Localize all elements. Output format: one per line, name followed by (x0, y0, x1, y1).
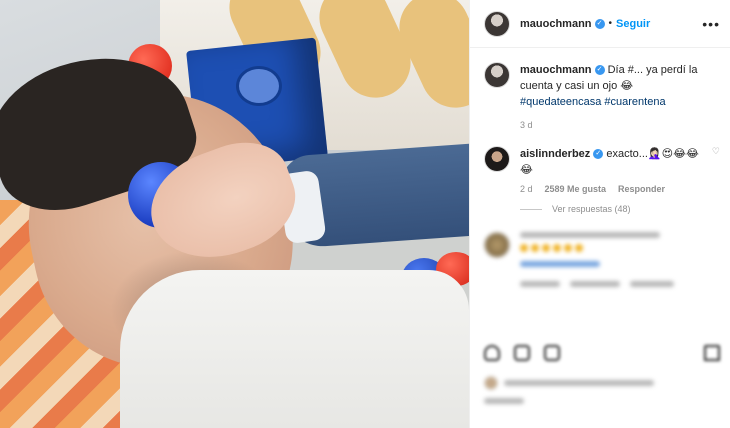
comment-likes[interactable]: 2589 Me gusta (545, 184, 607, 194)
replies-divider (520, 208, 542, 210)
blurred-likes-row (484, 376, 654, 390)
white-shirt (120, 270, 469, 428)
comment-time[interactable]: 2 d (520, 184, 533, 194)
comment-text-block: aislinnderbez ✓ exacto...🤦🏻‍♀️😍😂😂😂 (520, 146, 706, 178)
reply-button[interactable]: Responder (618, 184, 665, 194)
comments-list[interactable]: mauochmann ✓ Día #... ya perdí la cuenta … (470, 48, 730, 428)
heart-icon[interactable]: ♡ (712, 146, 720, 157)
caption-hashtags[interactable]: #quedateencasa #cuarentena (520, 96, 666, 108)
verified-badge-icon: ✓ (593, 149, 604, 160)
comment-meta: 2 d 2589 Me gusta Responder (520, 184, 720, 194)
caption: mauochmann ✓ Día #... ya perdí la cuenta … (484, 62, 720, 110)
caption-username[interactable]: mauochmann (520, 64, 592, 76)
post-actions-bar (484, 345, 720, 361)
verified-badge-icon: ✓ (594, 18, 605, 29)
comment-icon[interactable] (514, 345, 530, 361)
share-icon[interactable] (544, 345, 560, 361)
like-icon[interactable] (484, 345, 500, 361)
blurred-date (484, 398, 524, 410)
comment-item: aislinnderbez ✓ exacto...🤦🏻‍♀️😍😂😂😂 ♡ (484, 146, 720, 178)
avatar (484, 376, 498, 390)
separator-dot: • (608, 18, 613, 29)
avatar[interactable] (484, 62, 510, 88)
blurred-comment-text (520, 232, 720, 273)
box-emblem (236, 66, 282, 106)
post-header: mauochmann ✓ • Seguir ••• (470, 0, 730, 48)
comment-username[interactable]: aislinnderbez (520, 148, 590, 160)
caption-time[interactable]: 3 d (520, 120, 720, 130)
save-icon[interactable] (704, 345, 720, 361)
follow-button[interactable]: Seguir (616, 18, 650, 30)
view-replies-label: Ver respuestas (48) (552, 204, 631, 214)
post-username[interactable]: mauochmann (520, 18, 592, 30)
blurred-comment-meta (520, 281, 720, 293)
post-side-panel: mauochmann ✓ • Seguir ••• mauochmann ✓ Dí… (469, 0, 730, 428)
post-photo[interactable] (0, 0, 469, 428)
caption-text-block: mauochmann ✓ Día #... ya perdí la cuenta … (520, 62, 720, 110)
avatar (484, 232, 510, 258)
avatar[interactable] (484, 146, 510, 172)
verified-badge-icon: ✓ (594, 65, 605, 76)
blurred-comment-item (484, 232, 720, 273)
avatar[interactable] (484, 10, 510, 37)
more-icon[interactable]: ••• (702, 16, 720, 32)
view-replies-button[interactable]: Ver respuestas (48) (520, 204, 720, 214)
